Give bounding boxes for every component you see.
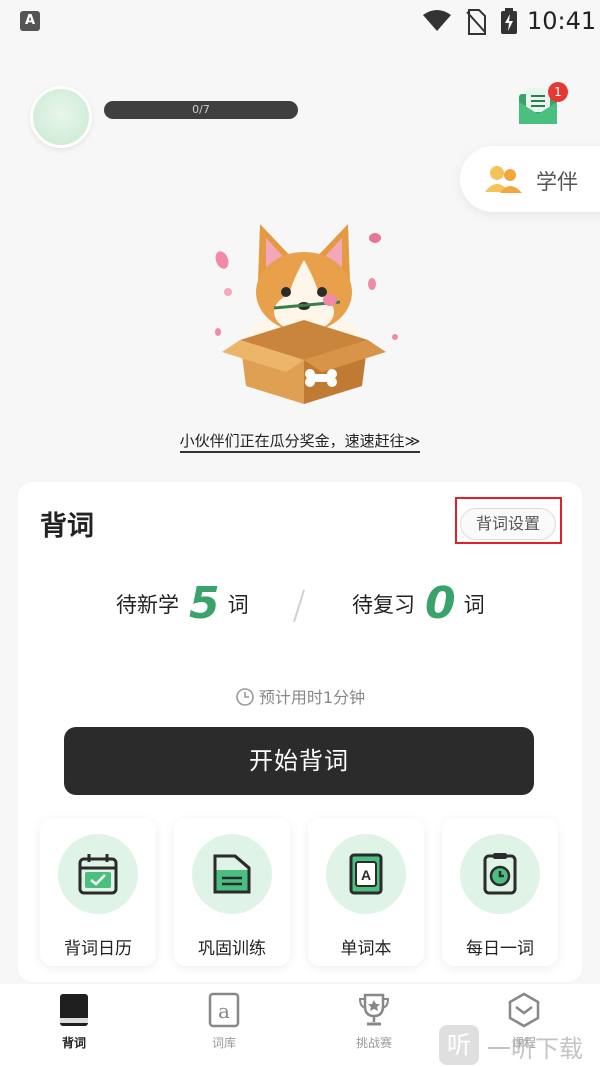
nav-label: 挑战赛: [355, 1036, 392, 1050]
promo-text: 小伙伴们正在瓜分奖金，速速赶往≫: [179, 432, 421, 453]
new-words-count: 5: [189, 578, 220, 629]
wifi-icon: [423, 10, 451, 31]
nav-tab-challenge[interactable]: 挑战赛: [324, 992, 424, 1062]
nav-tab-lexicon[interactable]: a 词库: [174, 992, 274, 1062]
review-words-count: 0: [425, 578, 456, 629]
avatar[interactable]: [30, 86, 92, 148]
companion-people-icon: [485, 166, 522, 193]
tile-label: 背词日历: [64, 939, 132, 959]
new-words-unit: 词: [227, 592, 249, 617]
tile-icon-bg: [58, 834, 138, 914]
annotation-highlight-box: [455, 497, 562, 544]
daily-progress-bar: 0/7: [104, 101, 298, 119]
bonus-promo-link[interactable]: 小伙伴们正在瓜分奖金，速速赶往≫: [0, 430, 600, 453]
clock-icon: [236, 688, 254, 706]
tile-label: 巩固训练: [198, 939, 266, 959]
review-words-unit: 词: [463, 592, 485, 617]
status-bar: A 10:41: [0, 0, 600, 44]
companion-label: 学伴: [536, 170, 578, 194]
app-notification-icon: A: [20, 11, 40, 31]
progress-text: 0/7: [192, 103, 210, 116]
tile-daily-word[interactable]: 每日一词: [442, 818, 558, 966]
site-watermark: 听 一听下载: [437, 1025, 597, 1065]
svg-text:a: a: [218, 999, 230, 1023]
stat-divider: [293, 589, 305, 623]
nav-label: 词库: [211, 1036, 236, 1050]
unread-badge: 1: [548, 82, 568, 102]
tile-icon-bg: A: [326, 834, 406, 914]
trophy-icon: [358, 993, 390, 1026]
new-words-label: 待新学: [116, 592, 179, 617]
corgi-mascot-illustration: [215, 224, 398, 404]
tile-icon-bg: [460, 834, 540, 914]
nav-label: 背词: [61, 1036, 86, 1050]
review-words-label: 待复习: [352, 592, 415, 617]
lexicon-icon: a: [208, 992, 240, 1028]
review-words-stat: 待复习 0 词: [352, 578, 485, 632]
tile-label: 每日一词: [466, 939, 534, 959]
battery-charging-icon: [501, 8, 517, 34]
svg-text:A: A: [361, 867, 371, 883]
course-icon: [508, 992, 540, 1028]
tile-vocab-calendar[interactable]: 背词日历: [40, 818, 156, 966]
new-words-stat: 待新学 5 词: [116, 578, 249, 632]
watermark-text: 一听下载: [487, 1035, 583, 1063]
study-companion-button[interactable]: 学伴: [460, 146, 600, 212]
folder-icon: [213, 854, 251, 894]
tile-word-book[interactable]: A 单词本: [308, 818, 424, 966]
wordbook-icon: A: [349, 853, 383, 895]
feature-tiles: 背词日历 巩固训练 A 单词本 每日一词: [40, 818, 560, 966]
estimated-time: 预计用时1分钟: [18, 684, 582, 708]
estimated-time-text: 预计用时1分钟: [258, 688, 366, 707]
start-studying-button[interactable]: 开始背词: [64, 727, 534, 795]
vocab-study-card: 背词 背词设置 待新学 5 词 待复习 0 词 预计用时1分钟 开始背词 背词日…: [18, 482, 582, 982]
tile-label: 单词本: [340, 939, 392, 959]
no-sim-icon: [466, 9, 486, 35]
tile-icon-bg: [192, 834, 272, 914]
tile-consolidation-training[interactable]: 巩固训练: [174, 818, 290, 966]
messages-button[interactable]: 1: [516, 82, 568, 130]
watermark-logo: 听: [439, 1025, 479, 1065]
daily-word-icon: [483, 853, 517, 895]
book-icon: [60, 994, 88, 1026]
calendar-icon: [78, 854, 118, 895]
nav-tab-vocab[interactable]: 背词: [24, 992, 124, 1062]
card-title: 背词: [40, 511, 94, 542]
clock-time: 10:41: [527, 7, 597, 35]
